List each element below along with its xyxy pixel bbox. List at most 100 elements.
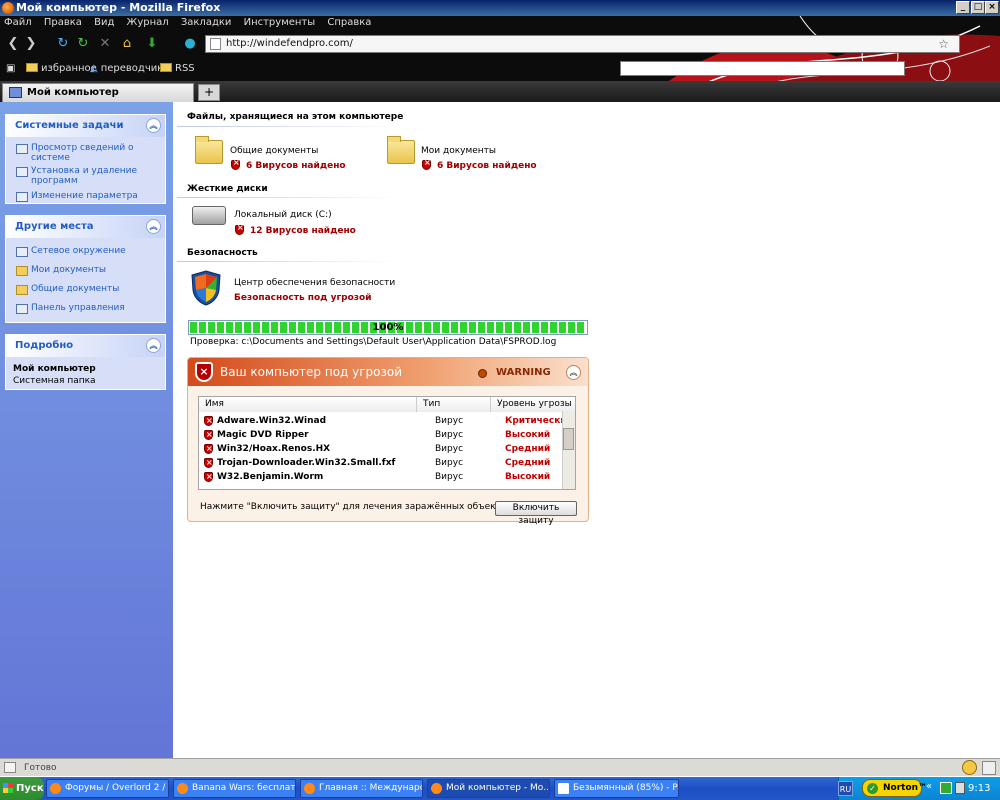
menu-file[interactable]: Файл bbox=[4, 17, 32, 28]
collapse-icon[interactable]: ︽ bbox=[146, 118, 161, 133]
taskbar-item-my-computer[interactable]: Мой компьютер - Мо... bbox=[427, 779, 550, 798]
collapse-icon[interactable]: ︽ bbox=[146, 219, 161, 234]
bookmark-translator[interactable]: ◭ переводчик bbox=[90, 61, 163, 77]
place-shared-documents[interactable]: Общие документы bbox=[6, 284, 165, 295]
shared-documents-label[interactable]: Общие документы bbox=[230, 146, 318, 156]
menu-bar: Файл Правка Вид Журнал Закладки Инструме… bbox=[0, 16, 380, 30]
table-row[interactable]: Trojan-Downloader.Win32.Small.fxfВирусСр… bbox=[199, 456, 562, 470]
enable-protection-button[interactable]: Включить защиту bbox=[495, 501, 577, 526]
my-documents-label[interactable]: Мои документы bbox=[421, 146, 496, 156]
security-center-label[interactable]: Центр обеспечения безопасности bbox=[234, 278, 395, 288]
folder-icon bbox=[16, 285, 28, 295]
cure-hint: Нажмите "Включить защиту" для лечения за… bbox=[200, 502, 512, 512]
table-row[interactable]: W32.Benjamin.WormВирусВысокий bbox=[199, 470, 562, 484]
security-section-header: Безопасность bbox=[187, 248, 258, 258]
virus-shield-icon bbox=[204, 470, 213, 484]
place-my-documents[interactable]: Мои документы bbox=[6, 265, 165, 276]
menu-history[interactable]: Журнал bbox=[127, 17, 169, 28]
virus-shield-icon bbox=[204, 414, 213, 428]
tray-network-icon[interactable] bbox=[955, 782, 965, 794]
tab-my-computer[interactable]: Мой компьютер bbox=[2, 83, 194, 102]
download-icon[interactable]: ⬇ bbox=[143, 36, 161, 52]
tray-expand-icon[interactable]: « bbox=[926, 781, 932, 792]
start-button[interactable]: Пуск bbox=[0, 777, 44, 800]
addon-status-icon[interactable] bbox=[982, 761, 996, 775]
bookmarks-menu-icon[interactable]: ▣ bbox=[6, 61, 15, 77]
maximize-button[interactable]: □ bbox=[971, 1, 985, 14]
column-header-type[interactable]: Тип bbox=[417, 397, 491, 412]
warning-dot-icon bbox=[478, 369, 487, 378]
table-row[interactable]: Magic DVD RipperВирусВысокий bbox=[199, 428, 562, 442]
translator-icon: ◭ bbox=[90, 63, 98, 74]
computer-icon bbox=[9, 87, 22, 98]
forward-icon[interactable]: ❯ bbox=[22, 36, 40, 52]
hard-disk-icon[interactable] bbox=[192, 206, 226, 225]
menu-view[interactable]: Вид bbox=[94, 17, 114, 28]
collapse-icon[interactable]: ︽ bbox=[566, 365, 581, 380]
window-titlebar[interactable]: Мой компьютер - Mozilla Firefox _ □ × bbox=[0, 0, 1000, 16]
firefox-icon bbox=[304, 783, 315, 794]
task-add-remove-programs[interactable]: Установка и удаление программ bbox=[6, 166, 165, 186]
language-indicator[interactable]: RU bbox=[838, 781, 853, 796]
check-icon: ✓ bbox=[867, 783, 878, 794]
address-bar[interactable]: http://windefendpro.com/ ☆ bbox=[205, 35, 960, 53]
addon-icon[interactable]: ● bbox=[182, 36, 198, 52]
taskbar-item-banana-wars[interactable]: Banana Wars: бесплатн... bbox=[173, 779, 296, 798]
place-network[interactable]: Сетевое окружение bbox=[6, 246, 165, 257]
refresh-icon[interactable]: ↻ bbox=[76, 36, 90, 52]
scrollbar-thumb[interactable] bbox=[563, 428, 574, 450]
bookmark-favorites[interactable]: избранное bbox=[26, 61, 97, 77]
threat-list[interactable]: Имя Тип Уровень угрозы Adware.Win32.Wina… bbox=[198, 396, 576, 490]
task-view-system-info[interactable]: Просмотр сведений о системе bbox=[6, 143, 165, 163]
menu-edit[interactable]: Правка bbox=[44, 17, 82, 28]
section-divider bbox=[177, 126, 402, 127]
menu-bookmarks[interactable]: Закладки bbox=[181, 17, 232, 28]
section-divider bbox=[177, 197, 402, 198]
virus-shield-icon bbox=[422, 158, 431, 170]
reload-icon[interactable]: ↻ bbox=[56, 36, 70, 52]
bookmark-rss[interactable]: RSS bbox=[160, 61, 195, 77]
table-row[interactable]: Win32/Hoax.Renos.HXВирусСредний bbox=[199, 442, 562, 456]
taskbar-clock[interactable]: 9:13 bbox=[968, 777, 990, 800]
column-header-level[interactable]: Уровень угрозы bbox=[491, 397, 575, 412]
threat-list-scrollbar[interactable] bbox=[562, 411, 575, 489]
security-center-shield-icon[interactable] bbox=[190, 270, 222, 306]
page-icon bbox=[210, 38, 221, 50]
place-control-panel[interactable]: Панель управления bbox=[6, 303, 165, 314]
norton-tray-button[interactable]: ✓ Norton™ bbox=[862, 779, 927, 797]
menu-tools[interactable]: Инструменты bbox=[244, 17, 316, 28]
taskbar-item-forum[interactable]: Форумы / Overlord 2 / К... bbox=[46, 779, 169, 798]
smiley-icon[interactable] bbox=[962, 760, 977, 775]
home-icon[interactable]: ⌂ bbox=[120, 36, 134, 52]
drives-section-header: Жесткие диски bbox=[187, 184, 268, 194]
taskbar-item-main-page[interactable]: Главная :: Международ... bbox=[300, 779, 423, 798]
local-disk-label[interactable]: Локальный диск (C:) bbox=[234, 210, 332, 220]
bookmark-star-icon[interactable]: ☆ bbox=[938, 36, 949, 52]
panel-other-places: Другие места ︽ Сетевое окружение Мои доку… bbox=[5, 215, 166, 323]
taskbar-item-paint[interactable]: Безымянный (85%) - Pa... bbox=[554, 779, 679, 798]
tray-app-icon[interactable] bbox=[940, 782, 952, 794]
table-row[interactable]: Adware.Win32.WinadВирусКритический bbox=[199, 414, 573, 428]
panel-header[interactable]: Системные задачи ︽ bbox=[6, 115, 165, 137]
panel-header[interactable]: Другие места ︽ bbox=[6, 216, 165, 238]
menu-help[interactable]: Справка bbox=[327, 17, 371, 28]
info-icon bbox=[16, 144, 28, 154]
shared-documents-folder-icon[interactable] bbox=[195, 136, 223, 164]
close-button[interactable]: × bbox=[985, 1, 999, 14]
task-change-setting[interactable]: Изменение параметра bbox=[6, 191, 165, 202]
collapse-icon[interactable]: ︽ bbox=[146, 338, 161, 353]
folder-icon bbox=[160, 63, 172, 72]
address-url: http://windefendpro.com/ bbox=[226, 38, 353, 49]
progress-text: 100% bbox=[372, 322, 404, 333]
search-input[interactable] bbox=[620, 61, 905, 76]
column-header-name[interactable]: Имя bbox=[199, 397, 417, 412]
stop-icon[interactable]: ✕ bbox=[98, 36, 112, 52]
minimize-button[interactable]: _ bbox=[956, 1, 970, 14]
my-documents-folder-icon[interactable] bbox=[387, 136, 415, 164]
new-tab-button[interactable]: + bbox=[198, 84, 220, 101]
status-bar: Готово bbox=[0, 758, 1000, 776]
back-icon[interactable]: ❮ bbox=[4, 36, 22, 52]
firefox-icon bbox=[2, 2, 14, 14]
details-name: Мой компьютер bbox=[13, 364, 96, 374]
panel-header[interactable]: Подробно ︽ bbox=[6, 335, 165, 357]
